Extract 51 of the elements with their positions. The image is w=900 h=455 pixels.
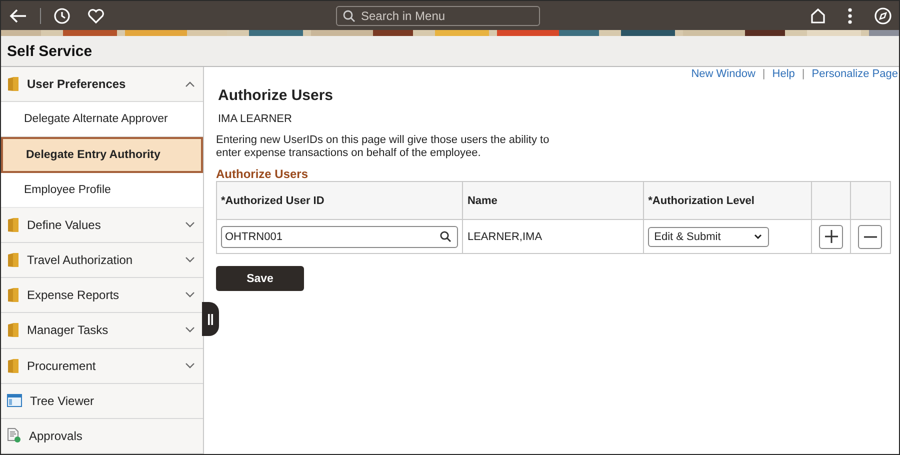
sidebar-item[interactable]: Define Values (1, 208, 203, 243)
add-row-button[interactable] (819, 224, 843, 248)
home-icon[interactable] (810, 8, 826, 24)
folder-icon (7, 287, 19, 304)
document-check-icon (7, 428, 21, 444)
plus-icon (824, 230, 838, 243)
save-button[interactable]: Save (216, 266, 304, 291)
column-header: *Authorization Level (644, 182, 812, 220)
folder-icon (7, 216, 19, 233)
authorization-level-dropdown[interactable]: Edit & Submit (648, 226, 770, 246)
section-title: Authorize Users (216, 167, 310, 181)
window-icon (7, 394, 22, 408)
sidebar-item[interactable]: Tree Viewer (1, 384, 203, 419)
link-separator: | (762, 68, 766, 80)
description-text: Entering new UserIDs on this page will give those users the ability to enter expense transactions on behalf of the employee. (216, 134, 550, 160)
employee-name: IMA LEARNER (218, 113, 293, 125)
table-cell: LEARNER,IMA (467, 230, 542, 242)
link[interactable]: Personalize Page (812, 68, 898, 80)
page-header-title: Self Service (7, 42, 92, 60)
folder-icon (7, 252, 19, 268)
search-icon[interactable] (440, 231, 452, 242)
sidebar-item[interactable]: Procurement (1, 348, 203, 384)
history-icon[interactable] (53, 6, 71, 24)
delete-row-button[interactable] (858, 224, 882, 248)
sidebar-item[interactable]: Expense Reports (1, 278, 203, 314)
user-id-field[interactable]: OHTRN001 (221, 226, 458, 248)
sidebar-subitem[interactable]: Employee Profile (1, 172, 203, 208)
sidebar-item[interactable]: User Preferences (1, 67, 203, 102)
minus-icon (864, 236, 877, 238)
caret-icon (754, 234, 762, 239)
compass-icon[interactable] (874, 6, 892, 24)
link-separator: | (802, 68, 805, 80)
folder-icon (7, 76, 19, 92)
sidebar-subitem[interactable]: Delegate Entry Authority (1, 137, 203, 173)
sidebar-item[interactable]: Travel Authorization (1, 242, 203, 278)
column-header: *Authorized User ID (216, 182, 463, 220)
search-icon (343, 10, 355, 22)
link[interactable]: Help (772, 68, 795, 80)
page-title: Authorize Users (218, 87, 334, 104)
back-icon[interactable] (8, 8, 28, 24)
sidebar-item[interactable]: Manager Tasks (1, 313, 203, 349)
folder-icon (7, 358, 19, 374)
column-header: Name (462, 182, 644, 220)
folder-icon (7, 322, 19, 338)
search-field[interactable]: Search in Menu (336, 6, 540, 26)
pause-icon (208, 314, 213, 324)
sidebar-item[interactable]: Approvals (1, 418, 203, 454)
more-icon[interactable] (848, 8, 852, 24)
favorites-icon[interactable] (87, 8, 105, 24)
collapse-handle[interactable] (202, 302, 219, 336)
link[interactable]: New Window (691, 68, 756, 80)
